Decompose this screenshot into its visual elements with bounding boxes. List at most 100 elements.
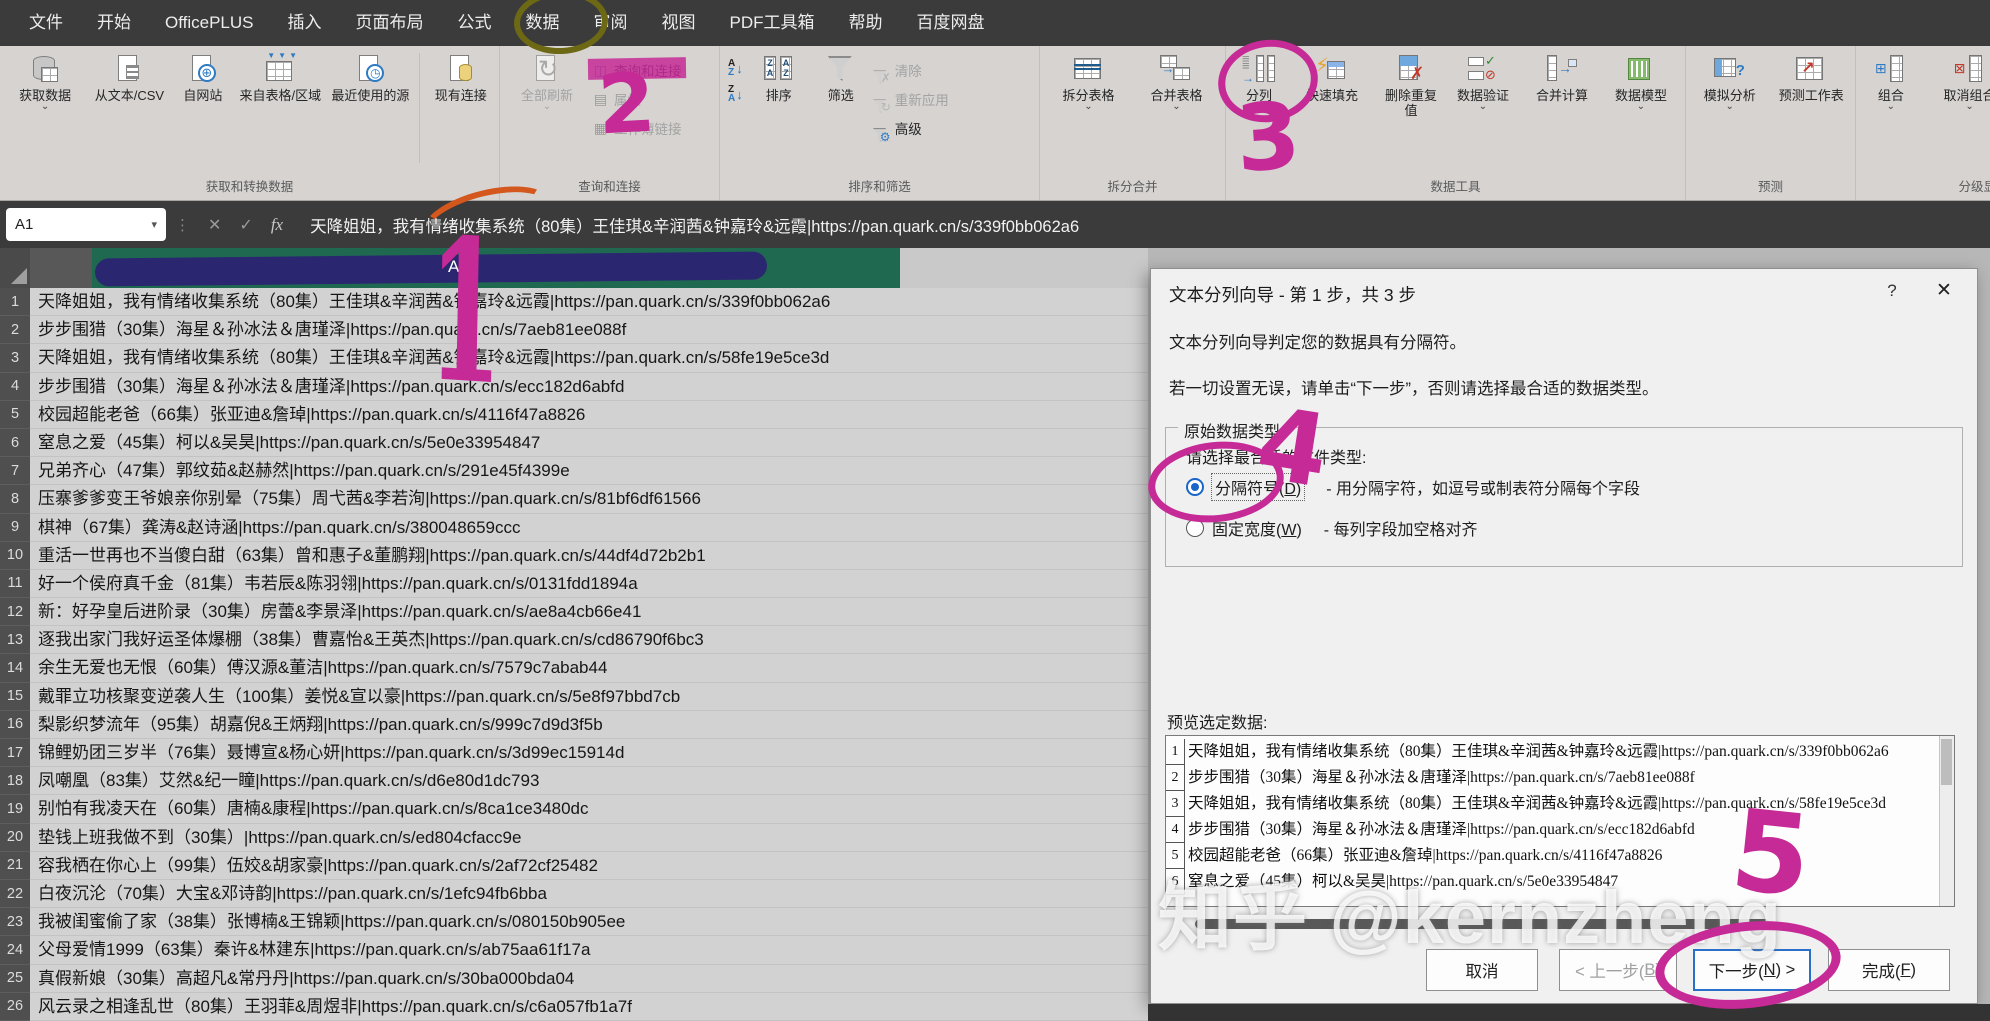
preview-vertical-scrollbar[interactable] <box>1939 736 1954 906</box>
from-web-button[interactable]: ⊕ 自网站 <box>173 51 234 105</box>
menu-item[interactable]: 审阅 <box>577 0 645 46</box>
table-row[interactable]: 14 余生无爱也无恨（60集）傅汉源&董洁|https://pan.quark.… <box>0 654 1148 682</box>
properties-item[interactable]: ▤属性 <box>592 89 682 109</box>
table-row[interactable]: 18 凤嘲凰（83集）艾然&纪一瞳|https://pan.quark.cn/s… <box>0 767 1148 795</box>
advanced-filter-item[interactable]: ⚙高级 <box>873 118 949 138</box>
row-header[interactable]: 20 <box>0 824 30 852</box>
insert-function-icon[interactable]: fx <box>271 215 283 235</box>
menu-item[interactable]: 百度网盘 <box>900 0 1002 46</box>
menu-item[interactable]: OfficePLUS <box>148 0 271 46</box>
radio-delimited-label[interactable]: 分隔符号(D) <box>1212 474 1304 500</box>
row-header[interactable]: 1 <box>0 288 30 316</box>
menu-item[interactable]: 公式 <box>441 0 509 46</box>
sort-button[interactable]: ZAAZ 排序 <box>749 51 809 105</box>
table-row[interactable]: 2 步步围猎（30集）海星＆孙冰法＆唐瑾泽|https://pan.quark.… <box>0 316 1148 344</box>
ungroup-button[interactable]: ⊠ 取消组合⌄ <box>1924 51 1990 113</box>
menu-item[interactable]: 文件 <box>12 0 80 46</box>
radio-fixed-width[interactable] <box>1186 519 1204 537</box>
data-model-button[interactable]: 数据模型⌄ <box>1606 51 1676 113</box>
menu-item[interactable]: 数据 <box>509 0 577 46</box>
enter-entry-icon[interactable]: ✓ <box>239 215 252 235</box>
get-data-button[interactable]: 获取数据⌄ <box>4 51 86 113</box>
cancel-entry-icon[interactable]: ✕ <box>208 215 221 235</box>
row-header[interactable]: 12 <box>0 598 30 626</box>
forecast-sheet-button[interactable]: ↗ 预测工作表 <box>1772 51 1852 105</box>
queries-connections-item[interactable]: ◫查询和连接 <box>592 60 682 80</box>
row-header[interactable]: 9 <box>0 514 30 542</box>
table-row[interactable]: 11 好一个侯府真千金（81集）韦若辰&陈羽翎|https://pan.quar… <box>0 570 1148 598</box>
menu-item[interactable]: 视图 <box>645 0 713 46</box>
row-header[interactable]: 15 <box>0 683 30 711</box>
row-header[interactable]: 23 <box>0 908 30 936</box>
sort-descending-button[interactable]: ZA↓ <box>728 85 743 103</box>
menu-item[interactable]: 开始 <box>80 0 148 46</box>
menu-item[interactable]: 页面布局 <box>339 0 441 46</box>
row-header[interactable]: 5 <box>0 401 30 429</box>
table-row[interactable]: 21 容我栖在你心上（99集）伍姣&胡家豪|https://pan.quark.… <box>0 852 1148 880</box>
from-table-range-button[interactable]: ▼▼▼ 来自表格/区域 <box>235 51 325 105</box>
chevron-down-icon[interactable]: ▾ <box>151 218 157 231</box>
row-header[interactable]: 8 <box>0 485 30 513</box>
select-all-corner[interactable] <box>0 248 30 288</box>
table-row[interactable]: 12 新：好孕皇后进阶录（30集）房蕾&李景泽|https://pan.quar… <box>0 598 1148 626</box>
split-table-button[interactable]: 拆分表格⌄ <box>1046 51 1132 113</box>
filter-button[interactable]: 筛选 <box>811 51 871 105</box>
radio-delimited[interactable] <box>1186 478 1204 496</box>
menu-item[interactable]: PDF工具箱 <box>713 0 832 46</box>
merge-table-button[interactable]: → 合并表格⌄ <box>1134 51 1220 113</box>
scrollbar-thumb[interactable] <box>1941 739 1952 785</box>
row-header[interactable]: 7 <box>0 457 30 485</box>
table-row[interactable]: 19 别怕有我凌天在（60集）唐楠&康程|https://pan.quark.c… <box>0 795 1148 823</box>
row-header[interactable]: 18 <box>0 767 30 795</box>
table-row[interactable]: 22 白夜沉沦（70集）大宝&邓诗韵|https://pan.quark.cn/… <box>0 880 1148 908</box>
close-icon[interactable]: ✕ <box>1926 279 1962 302</box>
row-header[interactable]: 24 <box>0 936 30 964</box>
remove-duplicates-button[interactable]: ✗ 删除重复值 <box>1376 51 1446 121</box>
table-row[interactable]: 25 真假新娘（30集）高超凡&常丹丹|https://pan.quark.cn… <box>0 965 1148 993</box>
row-header[interactable]: 26 <box>0 993 30 1021</box>
table-row[interactable]: 13 逐我出家门我好运圣体爆棚（38集）曹嘉怡&王英杰|https://pan.… <box>0 626 1148 654</box>
table-row[interactable]: 5 校园超能老爸（66集）张亚迪&詹琸|https://pan.quark.cn… <box>0 401 1148 429</box>
row-header[interactable]: 16 <box>0 711 30 739</box>
row-header[interactable]: 6 <box>0 429 30 457</box>
data-validation-button[interactable]: ✓⊘ 数据验证⌄ <box>1448 51 1518 113</box>
sort-ascending-button[interactable]: AZ↓ <box>728 59 743 77</box>
table-row[interactable]: 6 窒息之爱（45集）柯以&吴昊|https://pan.quark.cn/s/… <box>0 429 1148 457</box>
row-header[interactable]: 21 <box>0 852 30 880</box>
radio-fixed-width-label[interactable]: 固定宽度(W) <box>1212 516 1302 540</box>
clear-filter-item[interactable]: ✗清除 <box>873 60 949 80</box>
row-header[interactable]: 22 <box>0 880 30 908</box>
menu-item[interactable]: 插入 <box>271 0 339 46</box>
table-row[interactable]: 8 压寨爹爹变王爷娘亲你别晕（75集）周弋茜&李若洵|https://pan.q… <box>0 485 1148 513</box>
recent-sources-button[interactable]: ◷ 最近使用的源 <box>327 51 413 105</box>
refresh-all-button[interactable]: ↻ 全部刷新⌄ <box>504 51 590 113</box>
table-row[interactable]: 20 垫钱上班我做不到（30集）|https://pan.quark.cn/s/… <box>0 824 1148 852</box>
from-text-csv-button[interactable]: 从文本/CSV <box>88 51 170 105</box>
row-header[interactable]: 4 <box>0 373 30 401</box>
row-header[interactable]: 3 <box>0 344 30 372</box>
table-row[interactable]: 23 我被闺蜜偷了家（38集）张博楠&王锦颖|https://pan.quark… <box>0 908 1148 936</box>
row-header[interactable]: 13 <box>0 626 30 654</box>
group-button[interactable]: ⊞ 组合⌄ <box>1860 51 1922 113</box>
table-row[interactable]: 4 步步围猎（30集）海星＆孙冰法＆唐瑾泽|https://pan.quark.… <box>0 373 1148 401</box>
table-row[interactable]: 7 兄弟齐心（47集）郭纹茹&赵赫然|https://pan.quark.cn/… <box>0 457 1148 485</box>
workbook-links-item[interactable]: ▦工作簿链接 <box>592 118 682 138</box>
table-row[interactable]: 9 棋神（67集）龚涛&赵诗涵|https://pan.quark.cn/s/3… <box>0 514 1148 542</box>
table-row[interactable]: 17 锦鲤奶团三岁半（76集）聂博宣&杨心妍|https://pan.quark… <box>0 739 1148 767</box>
table-row[interactable]: 3 天降姐姐，我有情绪收集系统（80集）王佳琪&辛润茜&钟嘉玲&远霞|https… <box>0 344 1148 372</box>
name-box[interactable]: A1▾ <box>6 208 166 241</box>
row-header[interactable]: 19 <box>0 795 30 823</box>
row-header[interactable]: 25 <box>0 965 30 993</box>
text-to-columns-button[interactable]: ≡≡→ 分列 <box>1230 51 1288 105</box>
finish-button[interactable]: 完成(F) <box>1828 949 1950 991</box>
row-header[interactable]: 10 <box>0 542 30 570</box>
table-row[interactable]: 1 天降姐姐，我有情绪收集系统（80集）王佳琪&辛润茜&钟嘉玲&远霞|https… <box>0 288 1148 316</box>
table-row[interactable]: 10 重活一世再也不当傻白甜（63集）曾和惠子&董鹏翔|https://pan.… <box>0 542 1148 570</box>
row-header[interactable]: 2 <box>0 316 30 344</box>
table-row[interactable]: 16 梨影织梦流年（95集）胡嘉倪&王炳翔|https://pan.quark.… <box>0 711 1148 739</box>
table-row[interactable]: 26 风云录之相逢乱世（80集）王羽菲&周煜非|https://pan.quar… <box>0 993 1148 1021</box>
reapply-filter-item[interactable]: ↻重新应用 <box>873 89 949 109</box>
help-button[interactable]: ? <box>1877 281 1907 301</box>
flash-fill-button[interactable]: ⚡ 快速填充 <box>1290 51 1374 105</box>
consolidate-button[interactable]: → 合并计算 <box>1520 51 1604 105</box>
